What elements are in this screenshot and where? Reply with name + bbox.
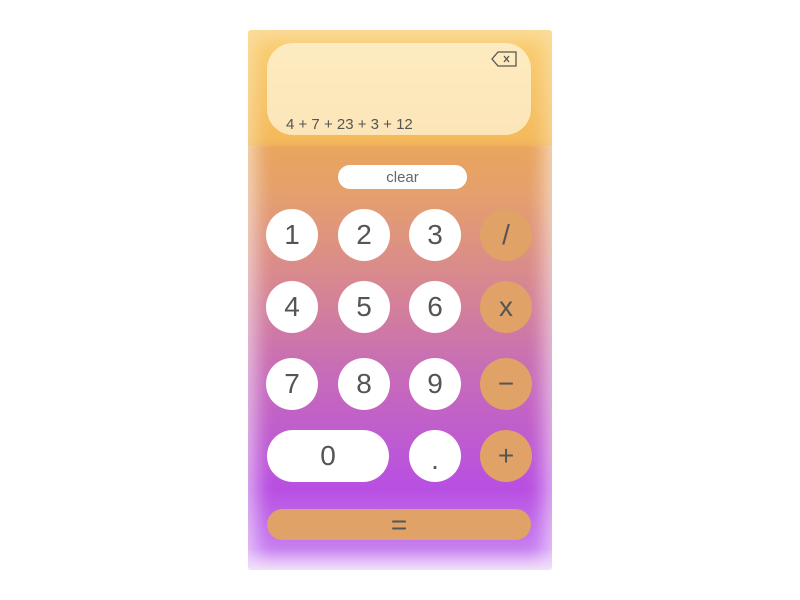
key-3[interactable]: 3 — [409, 209, 461, 261]
decimal-button[interactable]: . — [409, 430, 461, 482]
key-6[interactable]: 6 — [409, 281, 461, 333]
add-button[interactable]: + — [480, 430, 532, 482]
subtract-button[interactable]: − — [480, 358, 532, 410]
divide-button[interactable]: / — [480, 209, 532, 261]
key-7[interactable]: 7 — [266, 358, 318, 410]
calculator: 4 + 7 + 23 + 3 + 12 clear 1 2 3 / 4 5 6 … — [248, 30, 552, 570]
backspace-icon[interactable] — [491, 51, 517, 67]
key-4[interactable]: 4 — [266, 281, 318, 333]
key-2[interactable]: 2 — [338, 209, 390, 261]
expression-text: 4 + 7 + 23 + 3 + 12 — [286, 116, 413, 133]
key-0[interactable]: 0 — [267, 430, 389, 482]
key-9[interactable]: 9 — [409, 358, 461, 410]
key-5[interactable]: 5 — [338, 281, 390, 333]
display: 4 + 7 + 23 + 3 + 12 — [267, 43, 531, 135]
equals-button[interactable]: = — [267, 509, 531, 540]
key-1[interactable]: 1 — [266, 209, 318, 261]
clear-button[interactable]: clear — [338, 165, 467, 189]
multiply-button[interactable]: x — [480, 281, 532, 333]
key-8[interactable]: 8 — [338, 358, 390, 410]
